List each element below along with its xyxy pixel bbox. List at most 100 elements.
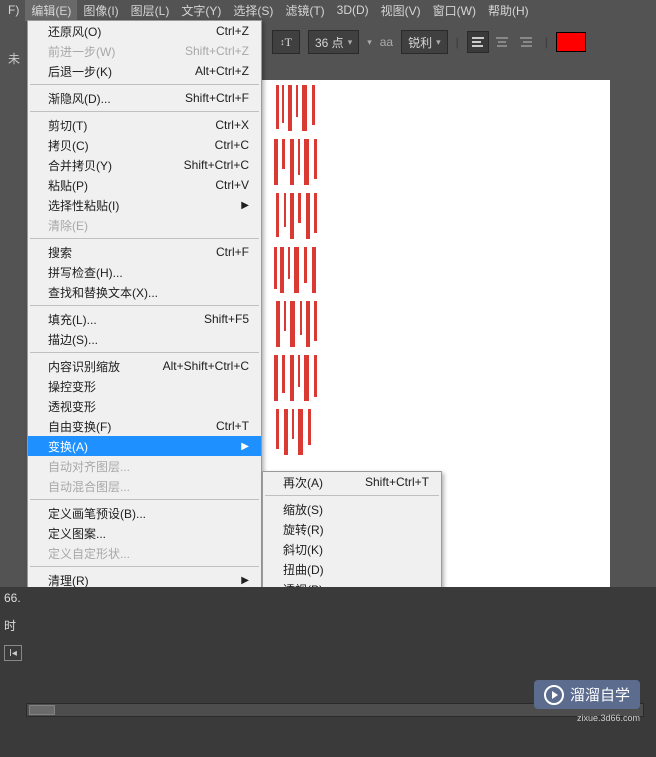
menu-item-label: 扭曲(D) [283,561,324,578]
menu-item-shortcut: Ctrl+Z [216,24,249,38]
menu-separator [30,111,259,112]
edit-menu-item[interactable]: 合并拷贝(Y)Shift+Ctrl+C [28,155,261,175]
watermark-url: zixue.3d66.com [577,713,640,723]
type-orientation-icon[interactable]: ↕T [272,30,300,54]
edit-menu-item[interactable]: 选择性粘贴(I) ▶ [28,195,261,215]
menu-item-shortcut: Ctrl+V [215,178,249,192]
menubar-item-file-suffix[interactable]: F) [2,1,25,19]
menu-separator [30,305,259,306]
zoom-percent[interactable]: 66. [4,591,21,605]
timeline-goto-first-button[interactable]: I◂ [4,645,22,661]
edit-menu-item[interactable]: 定义图案... [28,523,261,543]
menu-item-shortcut: Ctrl+T [216,419,249,433]
menu-item-label: 定义画笔预设(B)... [48,505,146,522]
edit-menu-item: 清除(E) [28,215,261,235]
menu-item-label: 渐隐风(D)... [48,90,111,107]
edit-menu-item[interactable]: 剪切(T) Ctrl+X [28,115,261,135]
menu-item-label: 自由变换(F) [48,418,111,435]
transform-menu-item[interactable]: 旋转(R) [263,519,441,539]
edit-menu-item[interactable]: 描边(S)... [28,329,261,349]
align-top-icon [471,35,485,49]
align-center-button[interactable] [491,31,513,53]
watermark-text: 溜溜自学 [570,684,630,705]
menu-item-shortcut: Alt+Ctrl+Z [195,64,249,78]
watermark-badge: 溜溜自学 zixue.3d66.com [534,680,640,709]
menu-item-label: 剪切(T) [48,117,87,134]
align-bottom-button[interactable] [515,31,537,53]
align-top-button[interactable] [467,31,489,53]
edit-menu-item: 定义自定形状... [28,543,261,563]
transform-menu-item[interactable]: 再次(A) Shift+Ctrl+T [263,472,441,492]
edit-menu-item: 前进一步(W) Shift+Ctrl+Z [28,41,261,61]
transform-menu-item[interactable]: 缩放(S) [263,499,441,519]
edit-menu-item[interactable]: 自由变换(F) Ctrl+T [28,416,261,436]
menubar-item-view[interactable]: 视图(V) [375,0,427,21]
menu-item-label: 定义自定形状... [48,545,130,562]
menubar: F) 编辑(E) 图像(I) 图层(L) 文字(Y) 选择(S) 滤镜(T) 3… [0,0,656,20]
edit-menu-item[interactable]: 渐隐风(D)... Shift+Ctrl+F [28,88,261,108]
menu-item-label: 自动混合图层... [48,478,130,495]
submenu-arrow-icon: ▶ [241,441,249,452]
submenu-arrow-icon: ▶ [241,575,249,586]
edit-menu-item[interactable]: 变换(A)▶ [28,436,261,456]
menu-item-label: 自动对齐图层... [48,458,130,475]
menu-item-shortcut: Shift+Ctrl+Z [185,44,249,58]
edit-menu-item: 自动混合图层... [28,476,261,496]
edit-menu-item[interactable]: 定义画笔预设(B)... [28,503,261,523]
menubar-item-filter[interactable]: 滤镜(T) [279,0,330,21]
edit-menu-item[interactable]: 拷贝(C)Ctrl+C [28,135,261,155]
menubar-item-edit[interactable]: 编辑(E) [25,0,77,21]
menu-item-label: 后退一步(K) [48,63,112,80]
menu-item-shortcut: Shift+Ctrl+T [365,475,429,489]
menu-separator [30,499,259,500]
menu-item-shortcut: Ctrl+X [215,118,249,132]
menu-item-shortcut: Shift+F5 [204,312,249,326]
bottom-panel: 66. 时 I◂ 溜溜自学 zixue.3d66.com [0,587,656,757]
menu-item-shortcut: Ctrl+C [215,138,249,152]
menubar-item-layer[interactable]: 图层(L) [125,0,176,21]
transform-menu-item[interactable]: 扭曲(D) [263,559,441,579]
edit-menu-item[interactable]: 透视变形 [28,396,261,416]
edit-menu-item[interactable]: 填充(L)... Shift+F5 [28,309,261,329]
edit-menu-item[interactable]: 还原风(O)Ctrl+Z [28,21,261,41]
antialias-select[interactable]: 锐利 ▾ [401,30,448,54]
menu-item-label: 缩放(S) [283,501,323,518]
edit-menu-item[interactable]: 拼写检查(H)... [28,262,261,282]
menu-item-shortcut: Shift+Ctrl+C [184,158,249,172]
menu-item-label: 定义图案... [48,525,106,542]
menu-item-label: 斜切(K) [283,541,323,558]
menu-item-label: 描边(S)... [48,331,98,348]
menu-item-shortcut: Shift+Ctrl+F [185,91,249,105]
chevron-down-icon[interactable]: ▾ [367,37,372,48]
chevron-down-icon: ▾ [348,37,353,48]
menu-item-label: 透视变形 [48,398,96,415]
menu-item-label: 再次(A) [283,474,323,491]
menubar-item-select[interactable]: 选择(S) [227,0,279,21]
scrollbar-thumb[interactable] [29,705,55,715]
text-color-swatch[interactable] [556,32,586,52]
edit-menu-item[interactable]: 查找和替换文本(X)... [28,282,261,302]
menu-item-label: 选择性粘贴(I) [48,197,119,214]
edit-menu-item[interactable]: 内容识别缩放Alt+Shift+Ctrl+C [28,356,261,376]
menu-item-label: 填充(L)... [48,311,97,328]
menubar-item-image[interactable]: 图像(I) [77,0,124,21]
edit-menu-item[interactable]: 粘贴(P)Ctrl+V [28,175,261,195]
align-set [467,31,537,53]
menubar-item-3d[interactable]: 3D(D) [331,1,375,19]
menubar-item-window[interactable]: 窗口(W) [427,0,482,21]
doc-tab-partial: 未 [8,50,20,67]
menubar-item-help[interactable]: 帮助(H) [482,0,535,21]
menubar-item-type[interactable]: 文字(Y) [175,0,227,21]
font-size-field[interactable]: 36 点 ▾ [308,30,359,54]
edit-menu-item[interactable]: 搜索Ctrl+F [28,242,261,262]
canvas-artwork [272,85,326,455]
antialias-value: 锐利 [408,34,432,51]
menu-item-label: 前进一步(W) [48,43,115,60]
chevron-down-icon: ▾ [436,37,441,48]
menu-item-label: 清除(E) [48,217,88,234]
edit-menu-item[interactable]: 后退一步(K) Alt+Ctrl+Z [28,61,261,81]
transform-menu-item[interactable]: 斜切(K) [263,539,441,559]
edit-menu-item[interactable]: 操控变形 [28,376,261,396]
submenu-arrow-icon: ▶ [241,200,249,211]
menu-separator [265,495,439,496]
